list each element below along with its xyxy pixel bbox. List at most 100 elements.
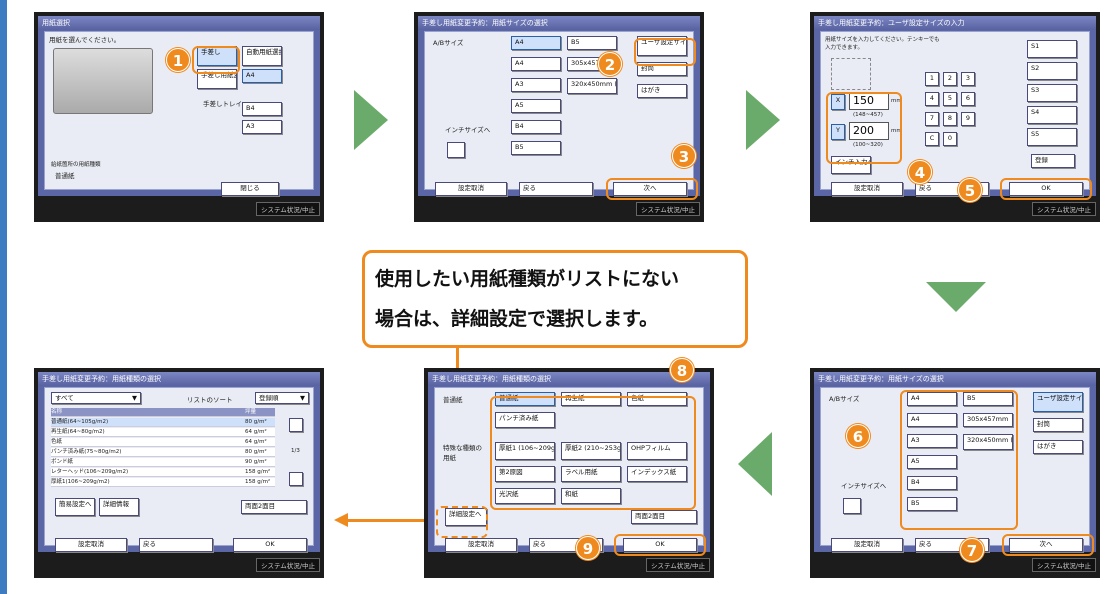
paper-type-heading: 給紙箇所の用紙種類: [51, 162, 101, 168]
tray-a4-button[interactable]: A4: [242, 69, 282, 83]
system-status-button[interactable]: システム状況/中止: [1032, 558, 1096, 572]
key-1[interactable]: 1: [925, 72, 939, 86]
back-button[interactable]: 戻る: [519, 182, 593, 196]
prompt-text: 用紙サイズを入力してください。テンキーでも入力できます。: [825, 37, 940, 51]
key-8[interactable]: 8: [943, 112, 957, 126]
item-name: 再生紙(64~80g/m2): [51, 429, 105, 435]
list-item[interactable]: パンチ済み紙(75~80g/m2) 80 g/m²: [51, 448, 275, 457]
size-b5-button[interactable]: B5: [567, 36, 617, 50]
item-name: レターヘッド(106~209g/m2): [51, 469, 129, 475]
screen-paper-type-list: 手差し用紙変更予約：用紙種類の選択 すべて ▼ リストのソート 登録順 ▼ 名称…: [34, 368, 324, 578]
callout-line-1: 使用したい用紙種類がリストにない: [375, 268, 680, 290]
step-4-badge: 4: [908, 160, 932, 184]
callout-note: 使用したい用紙種類がリストにない 場合は、詳細設定で選択します。: [362, 250, 748, 348]
item-name: パンチ済み紙(75~80g/m2): [51, 449, 122, 455]
step-6-badge: 6: [846, 424, 870, 448]
list-item[interactable]: 厚紙1(106~209g/m2) 158 g/m²: [51, 478, 275, 487]
item-name: 普通紙(64~105g/m2): [51, 419, 109, 425]
panel: すべて ▼ リストのソート 登録順 ▼ 名称 坪量 普通紙(64~105g/m2)…: [44, 387, 314, 552]
window-title: 手差し用紙変更予約：ユーザ設定サイズの入力: [814, 16, 1096, 30]
postcard-button[interactable]: はがき: [1033, 440, 1083, 454]
key-7[interactable]: 7: [925, 112, 939, 126]
envelope-button[interactable]: 封筒: [1033, 418, 1083, 432]
postcard-button[interactable]: はがき: [637, 84, 687, 98]
sort-dropdown[interactable]: 登録順 ▼: [255, 392, 309, 404]
list-item[interactable]: ボンド紙 90 g/m²: [51, 458, 275, 467]
key-6[interactable]: 6: [961, 92, 975, 106]
slot-s1-button[interactable]: S1: [1027, 40, 1077, 58]
duplex-second-side-button[interactable]: 両面2面目: [241, 500, 307, 514]
scroll-up-button[interactable]: [289, 418, 303, 432]
cancel-settings-button[interactable]: 設定取消: [55, 538, 127, 552]
inch-size-button[interactable]: [843, 498, 861, 514]
inch-size-button[interactable]: [447, 142, 465, 158]
left-accent-bar: [0, 0, 7, 594]
item-weight: 64 g/m²: [245, 439, 267, 445]
register-button[interactable]: 登録: [1031, 154, 1075, 168]
key-0[interactable]: 0: [943, 132, 957, 146]
size-a3-button[interactable]: A3: [511, 78, 561, 92]
scroll-down-button[interactable]: [289, 472, 303, 486]
slot-s5-button[interactable]: S5: [1027, 128, 1077, 146]
duplex-second-side-button[interactable]: 両面2面目: [631, 510, 697, 524]
key-2[interactable]: 2: [943, 72, 957, 86]
cancel-settings-button[interactable]: 設定取消: [435, 182, 507, 196]
screen-size-select-2: 手差し用紙変更予約：用紙サイズの選択 A/Bサイズ A4 B5 A4 305x4…: [810, 368, 1100, 578]
tray-a3-button[interactable]: A3: [242, 120, 282, 134]
callout-line-2: 場合は、詳細設定で選択します。: [375, 308, 659, 330]
paper-type-value: 普通紙: [55, 172, 75, 180]
key-3[interactable]: 3: [961, 72, 975, 86]
window: 用紙選択 用紙を選んでください。 手差し 自動用紙選択 手差し用紙変更予約 A4…: [38, 16, 320, 196]
cancel-settings-button[interactable]: 設定取消: [445, 538, 517, 552]
size-a5-button[interactable]: A5: [511, 99, 561, 113]
custom-size-button[interactable]: ユーザ設定サイズ: [1033, 392, 1083, 412]
cancel-settings-button[interactable]: 設定取消: [831, 182, 903, 196]
list-item[interactable]: レターヘッド(106~209g/m2) 158 g/m²: [51, 468, 275, 477]
size-b5r-button[interactable]: B5: [511, 141, 561, 155]
tray-a4-label: A4: [246, 71, 255, 79]
system-status-button[interactable]: システム状況/中止: [1032, 202, 1096, 216]
ok-button[interactable]: OK: [233, 538, 307, 552]
highlight-manual-feed: [192, 46, 240, 74]
size-series-label: A/Bサイズ: [829, 395, 860, 403]
tray-b4-button[interactable]: B4: [242, 102, 282, 116]
system-status-button[interactable]: システム状況/中止: [256, 558, 320, 572]
close-button[interactable]: 閉じる: [221, 182, 279, 196]
list-item[interactable]: 再生紙(64~80g/m2) 64 g/m²: [51, 428, 275, 437]
highlight-size-grid: [900, 390, 1018, 530]
system-status-button[interactable]: システム状況/中止: [256, 202, 320, 216]
detail-info-button[interactable]: 詳細情報: [99, 498, 139, 516]
arrow-left: [738, 432, 772, 496]
back-button[interactable]: 戻る: [139, 538, 213, 552]
highlight-detail-settings: [436, 506, 488, 538]
size-a4-button[interactable]: A4: [511, 36, 561, 50]
size-sra3-button[interactable]: 320x450mm (SRA3): [567, 78, 617, 94]
key-9[interactable]: 9: [961, 112, 975, 126]
key-5[interactable]: 5: [943, 92, 957, 106]
normal-paper-label: 普通紙: [443, 396, 463, 404]
list-item[interactable]: 普通紙(64~105g/m2) 80 g/m²: [51, 418, 275, 427]
size-b4-button[interactable]: B4: [511, 120, 561, 134]
system-status-button[interactable]: システム状況/中止: [636, 202, 700, 216]
list-item[interactable]: 色紙 64 g/m²: [51, 438, 275, 447]
slot-s3-button[interactable]: S3: [1027, 84, 1077, 102]
inch-size-label: インチサイズへ: [841, 482, 887, 490]
arrow-right-1: [354, 90, 388, 150]
highlight-ok: [614, 534, 706, 556]
auto-paper-button[interactable]: 自動用紙選択: [242, 46, 282, 66]
system-status-button[interactable]: システム状況/中止: [646, 558, 710, 572]
inch-size-label: インチサイズへ: [445, 126, 491, 134]
screen-paper-type-select: 手差し用紙変更予約：用紙種類の選択 普通紙 特殊な種類の用紙 普通紙 再生紙 色…: [424, 358, 714, 578]
key-4[interactable]: 4: [925, 92, 939, 106]
simple-settings-button[interactable]: 簡易設定へ: [55, 498, 95, 516]
highlight-next: [1002, 534, 1094, 556]
size-a4r-button[interactable]: A4: [511, 57, 561, 71]
item-weight: 90 g/m²: [245, 459, 267, 465]
slot-s4-button[interactable]: S4: [1027, 106, 1077, 124]
cancel-settings-button[interactable]: 設定取消: [831, 538, 903, 552]
filter-dropdown[interactable]: すべて ▼: [51, 392, 141, 404]
slot-s2-button[interactable]: S2: [1027, 62, 1077, 80]
step-8-badge: 8: [670, 358, 694, 382]
window-title: 手差し用紙変更予約：用紙サイズの選択: [418, 16, 700, 30]
key-clear[interactable]: C: [925, 132, 939, 146]
